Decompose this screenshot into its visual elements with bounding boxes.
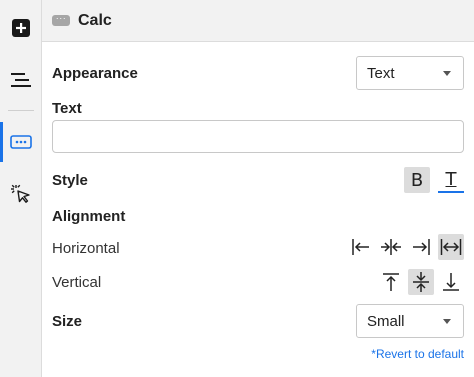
- align-center-icon: [381, 239, 401, 255]
- align-middle-button[interactable]: [408, 269, 434, 295]
- chevron-down-icon: [443, 319, 451, 324]
- panel-title: Calc: [78, 11, 112, 29]
- bold-icon: B: [410, 169, 424, 191]
- text-style-icon: T: [445, 168, 457, 190]
- vertical-label: Vertical: [52, 273, 102, 291]
- revert-to-default-link[interactable]: *Revert to default: [371, 347, 464, 361]
- align-bottom-icon: [443, 273, 459, 291]
- align-middle-icon: [413, 272, 429, 292]
- text-label: Text: [52, 99, 82, 117]
- layers-button[interactable]: [0, 60, 42, 100]
- ellipsis-box-icon: [10, 135, 32, 149]
- appearance-value: Text: [367, 64, 395, 82]
- appearance-select[interactable]: Text: [356, 56, 464, 90]
- stretch-horizontal-button[interactable]: [438, 234, 464, 260]
- align-top-button[interactable]: [378, 269, 404, 295]
- rail-divider: [8, 110, 34, 111]
- align-left-icon: [352, 239, 369, 255]
- align-top-icon: [383, 273, 399, 291]
- menu-lines-icon: [11, 73, 31, 87]
- bold-style-button[interactable]: B: [404, 167, 430, 193]
- add-button[interactable]: [0, 8, 42, 48]
- alignment-label: Alignment: [52, 207, 126, 225]
- appearance-label: Appearance: [52, 64, 138, 82]
- size-value: Small: [367, 312, 405, 330]
- align-right-icon: [413, 239, 430, 255]
- align-left-button[interactable]: [348, 234, 374, 260]
- size-select[interactable]: Small: [356, 304, 464, 338]
- cursor-click-icon: [11, 184, 30, 203]
- align-right-button[interactable]: [408, 234, 434, 260]
- actions-button[interactable]: [0, 174, 42, 214]
- style-row: Style: [52, 169, 464, 191]
- horizontal-label: Horizontal: [52, 239, 120, 257]
- stretch-horizontal-icon: [440, 239, 462, 255]
- chevron-down-icon: [443, 71, 451, 76]
- field-type-icon: ···: [52, 14, 70, 26]
- style-label: Style: [52, 171, 88, 189]
- left-rail: [0, 0, 42, 377]
- align-center-button[interactable]: [378, 234, 404, 260]
- alignment-row: Alignment: [52, 205, 464, 227]
- text-input[interactable]: [52, 120, 464, 153]
- field-properties-button[interactable]: [0, 122, 42, 162]
- plus-square-icon: [12, 19, 30, 37]
- text-row: Text: [52, 98, 464, 118]
- align-bottom-button[interactable]: [438, 269, 464, 295]
- panel-header: ··· Calc: [42, 0, 474, 42]
- underline-style-button[interactable]: T: [438, 167, 464, 193]
- size-label: Size: [52, 312, 83, 330]
